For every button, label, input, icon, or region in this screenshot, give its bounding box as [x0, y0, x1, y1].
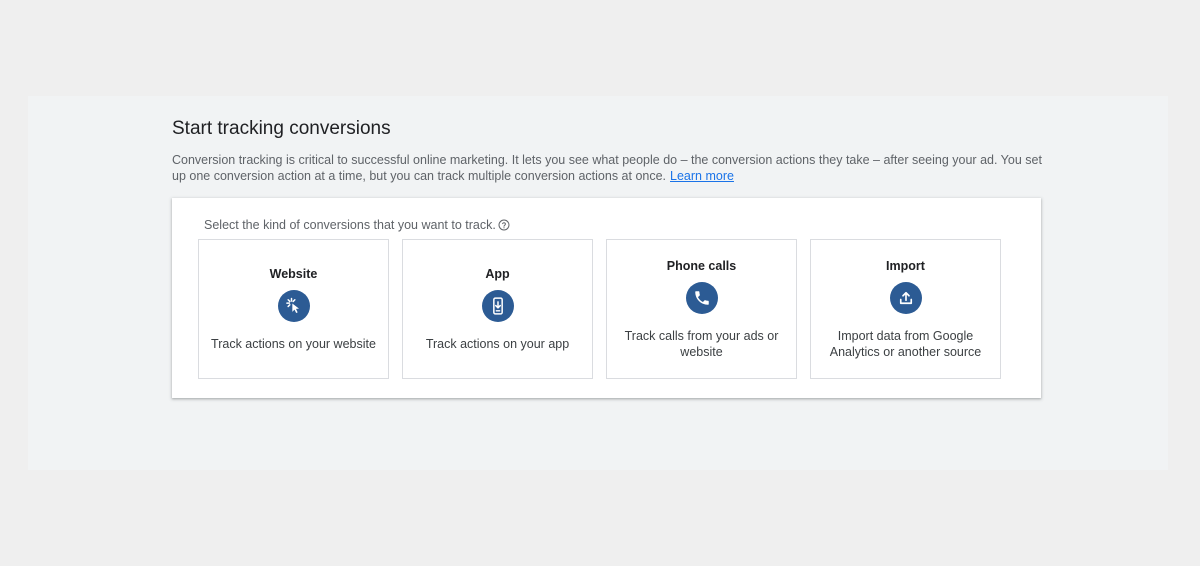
- description-text: Conversion tracking is critical to succe…: [172, 153, 1042, 183]
- option-title: Website: [269, 266, 318, 281]
- cursor-click-icon: [277, 289, 310, 322]
- learn-more-link[interactable]: Learn more: [670, 169, 734, 183]
- selection-prompt: Select the kind of conversions that you …: [204, 218, 510, 232]
- option-description: Track calls from your ads or website: [624, 328, 779, 359]
- conversion-type-card: Select the kind of conversions that you …: [172, 198, 1041, 398]
- page-description: Conversion tracking is critical to succe…: [172, 152, 1052, 184]
- option-title: Import: [886, 258, 925, 273]
- upload-icon: [889, 281, 922, 314]
- option-website[interactable]: Website Track actions on your website: [198, 239, 389, 379]
- conversion-options: Website Track actions on your website Ap…: [198, 239, 1001, 379]
- option-description: Track actions on your app: [425, 336, 570, 351]
- option-description: Import data from Google Analytics or ano…: [829, 328, 982, 359]
- option-app[interactable]: App Track actions on your app: [402, 239, 593, 379]
- option-title: App: [485, 266, 510, 281]
- option-import[interactable]: Import Import data from Google Analytics…: [810, 239, 1001, 379]
- option-phone-calls[interactable]: Phone calls Track calls from your ads or…: [606, 239, 797, 379]
- page-title: Start tracking conversions: [172, 118, 391, 139]
- selection-prompt-text: Select the kind of conversions that you …: [204, 218, 496, 232]
- conversion-setup-panel: Start tracking conversions Conversion tr…: [28, 96, 1168, 470]
- option-description: Track actions on your website: [211, 336, 376, 351]
- help-circle-icon[interactable]: [498, 219, 510, 231]
- option-title: Phone calls: [666, 258, 737, 273]
- smartphone-download-icon: [481, 289, 514, 322]
- phone-icon: [685, 281, 718, 314]
